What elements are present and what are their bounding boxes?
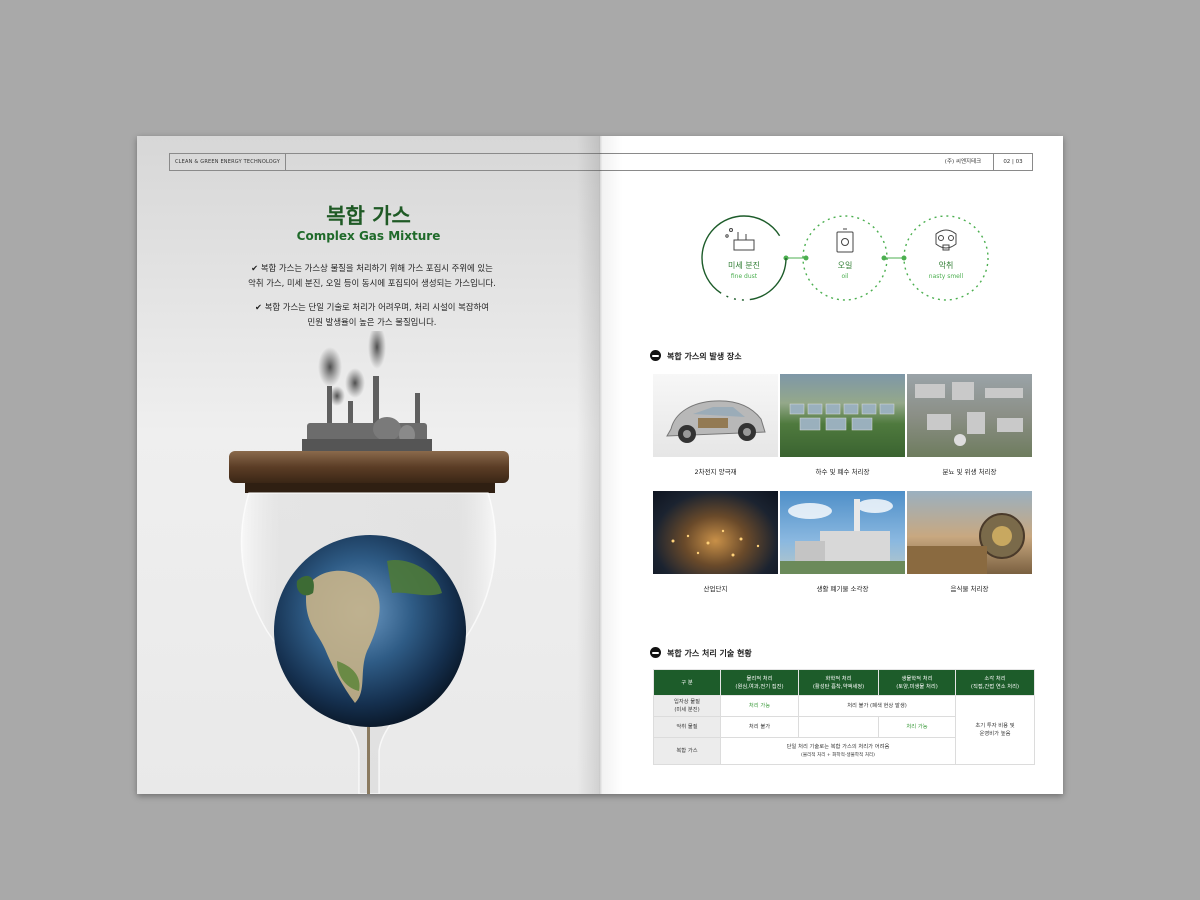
page-title: 복합 가스 <box>326 204 411 228</box>
caption-wastewater: 하수 및 폐수 처리장 <box>815 468 870 476</box>
photo-wastewater-plant <box>780 374 905 457</box>
header-chemical-sub: (활성탄 흡착,약액세정) <box>812 683 865 690</box>
circle-label-ko-1: 미세 분진 <box>728 260 760 270</box>
photo-incinerator <box>780 491 905 574</box>
circle-nasty-smell <box>903 215 989 301</box>
header-left-label: CLEAN & GREEN ENERGY TECHNOLOGY <box>170 154 286 170</box>
bullet-2-line-2: 민원 발생율이 높은 가스 물질입니다. <box>307 317 437 327</box>
bullet-text-1: ✔ 복합 가스는 가스상 물질을 처리하기 위해 가스 포집시 주위에 있는 악… <box>197 261 547 291</box>
section-heading-locations: 복합 가스의 발생 장소 <box>650 350 742 362</box>
oil-can-icon <box>836 228 854 253</box>
complex-gas-note-2: (물리적 처리 + 화학적·생물학적 처리) <box>801 752 875 758</box>
complex-gas-note-1: 단일 처리 기술로는 복합 가스의 처리가 어려움 <box>786 743 890 750</box>
bullet-text-2: ✔ 복합 가스는 단일 기술로 처리가 어려우며, 처리 시설이 복잡하여 민원… <box>197 300 547 330</box>
earth-globe <box>274 535 466 727</box>
header-physical-label: 물리적 처리 <box>746 675 773 682</box>
cell-particulate-chem-bio: 처리 불가 (폐색 현상 발생) <box>798 695 956 717</box>
photo-battery-car <box>653 374 778 457</box>
table-header-physical: 물리적 처리 (원심,여과,전기 집진) <box>720 669 799 696</box>
table-header-biological: 생물학적 처리 (토양,미생물 처리) <box>878 669 956 696</box>
table-header-chemical: 화학적 처리 (활성탄 흡착,약액세정) <box>798 669 879 696</box>
cell-incineration-note: 초기 투자 비용 및운영비가 높음 <box>955 695 1035 765</box>
cell-complex-gas-note: 단일 처리 기술로는 복합 가스의 처리가 어려움 (물리적 처리 + 화학적·생… <box>720 737 956 765</box>
car-cutaway-icon <box>666 400 766 443</box>
header-physical-sub: (원심,여과,전기 집진) <box>735 683 784 690</box>
header-biological-sub: (토양,미생물 처리) <box>896 683 938 690</box>
photo-sanitation-plant <box>907 374 1032 457</box>
row-label-odor: 악취 물질 <box>653 716 721 738</box>
incineration-note-1: 초기 투자 비용 및 <box>975 723 1015 729</box>
header-incineration-sub: (직접,간접 연소 처리) <box>970 683 1020 690</box>
brochure-spread: CLEAN & GREEN ENERGY TECHNOLOGY 복합 가스 Co… <box>137 136 1063 794</box>
row-label-particulate-1: 입자상 물질 <box>673 699 701 705</box>
section-1-title: 복합 가스의 발생 장소 <box>667 352 742 361</box>
technology-table: 구 분 물리적 처리 (원심,여과,전기 집진) 화학적 처리 (활성탄 흡착,약액… <box>653 669 1035 765</box>
caption-incinerator: 생활 폐기물 소각장 <box>816 585 869 593</box>
photo-industrial-complex <box>653 491 778 574</box>
table-header-row: 구 분 물리적 처리 (원심,여과,전기 집진) 화학적 처리 (활성탄 흡착,약액… <box>653 669 1035 696</box>
header-chemical-label: 화학적 처리 <box>825 675 852 682</box>
caption-food-waste: 음식물 처리장 <box>950 585 989 593</box>
section-heading-technology: 복합 가스 처리 기술 현황 <box>650 647 752 659</box>
food-waste-machine <box>907 513 1025 574</box>
caption-battery: 2차전지 양극재 <box>694 468 737 476</box>
header-left: CLEAN & GREEN ENERGY TECHNOLOGY <box>169 153 600 171</box>
factory-smoke-icon <box>725 228 755 251</box>
row-label-particulate: 입자상 물질 (미세 분진) <box>653 695 721 717</box>
photo-food-waste-plant <box>907 491 1032 574</box>
row-label-particulate-2: (미세 분진) <box>674 707 700 713</box>
hourglass-earth-illustration <box>229 331 509 794</box>
cell-odor-biological: 처리 가능 <box>878 716 956 738</box>
bullet-1-line-1: ✔ 복합 가스는 가스상 물질을 처리하기 위해 가스 포집시 주위에 있는 <box>251 263 493 273</box>
sanitation-aerial <box>915 382 1023 446</box>
cell-odor-chemical <box>798 716 879 738</box>
cell-particulate-physical: 처리 가능 <box>720 695 799 717</box>
factory-model <box>302 376 432 451</box>
bullet-2-line-1: ✔ 복합 가스는 단일 기술로 처리가 어려우며, 처리 시설이 복잡하여 <box>255 302 489 312</box>
circle-oil <box>802 215 888 301</box>
header-incineration-label: 소각 처리 <box>984 675 1006 682</box>
industrial-night <box>671 529 760 557</box>
gas-mask-icon <box>935 229 957 251</box>
circle-label-en-1: fine dust <box>731 273 758 280</box>
circle-label-en-2: oil <box>841 273 848 280</box>
bullet-1-line-2: 악취 가스, 미세 분진, 오일 등이 동시에 포집되어 생성되는 가스입니다. <box>248 278 496 288</box>
right-page: (주) 씨엔지테크 02 | 03 미세 분진 fine dust 오일 oil… <box>600 136 1063 794</box>
section-bullet-icon <box>650 350 661 361</box>
caption-industrial: 산업단지 <box>703 585 728 593</box>
table-row: 입자상 물질 (미세 분진) 처리 가능 처리 불가 (폐색 현상 발생) 초기 … <box>653 695 1035 765</box>
header-category-label: 구 분 <box>681 679 693 686</box>
circle-label-en-3: nasty smell <box>929 273 964 280</box>
header-right: (주) 씨엔지테크 02 | 03 <box>600 153 1033 171</box>
caption-sanitation: 분뇨 및 위생 처리장 <box>942 468 997 476</box>
section-2-title: 복합 가스 처리 기술 현황 <box>667 649 752 658</box>
section-bullet-icon <box>650 647 661 658</box>
gas-component-circles: 미세 분진 fine dust 오일 oil 악취 nasty smell <box>701 215 989 301</box>
cell-odor-physical: 처리 불가 <box>720 716 799 738</box>
page-numbers: 02 | 03 <box>1003 159 1023 165</box>
left-page: CLEAN & GREEN ENERGY TECHNOLOGY 복합 가스 Co… <box>137 136 600 794</box>
circle-fine-dust <box>701 215 787 301</box>
circle-label-ko-2: 오일 <box>838 261 853 270</box>
circle-label-ko-3: 악취 <box>939 260 954 270</box>
table-header-incineration: 소각 처리 (직접,간접 연소 처리) <box>955 669 1035 696</box>
wooden-cap <box>229 451 509 493</box>
row-label-complex-gas: 복합 가스 <box>653 737 721 765</box>
wastewater-aerial <box>789 403 895 431</box>
incinerator-building <box>780 499 905 574</box>
header-biological-label: 생물학적 처리 <box>901 675 933 682</box>
table-header-category: 구 분 <box>653 669 721 696</box>
page-subtitle: Complex Gas Mixture <box>296 229 441 243</box>
sand-stream <box>367 727 370 794</box>
incineration-note-2: 운영비가 높음 <box>979 731 1011 737</box>
company-name: (주) 씨엔지테크 <box>933 154 994 170</box>
